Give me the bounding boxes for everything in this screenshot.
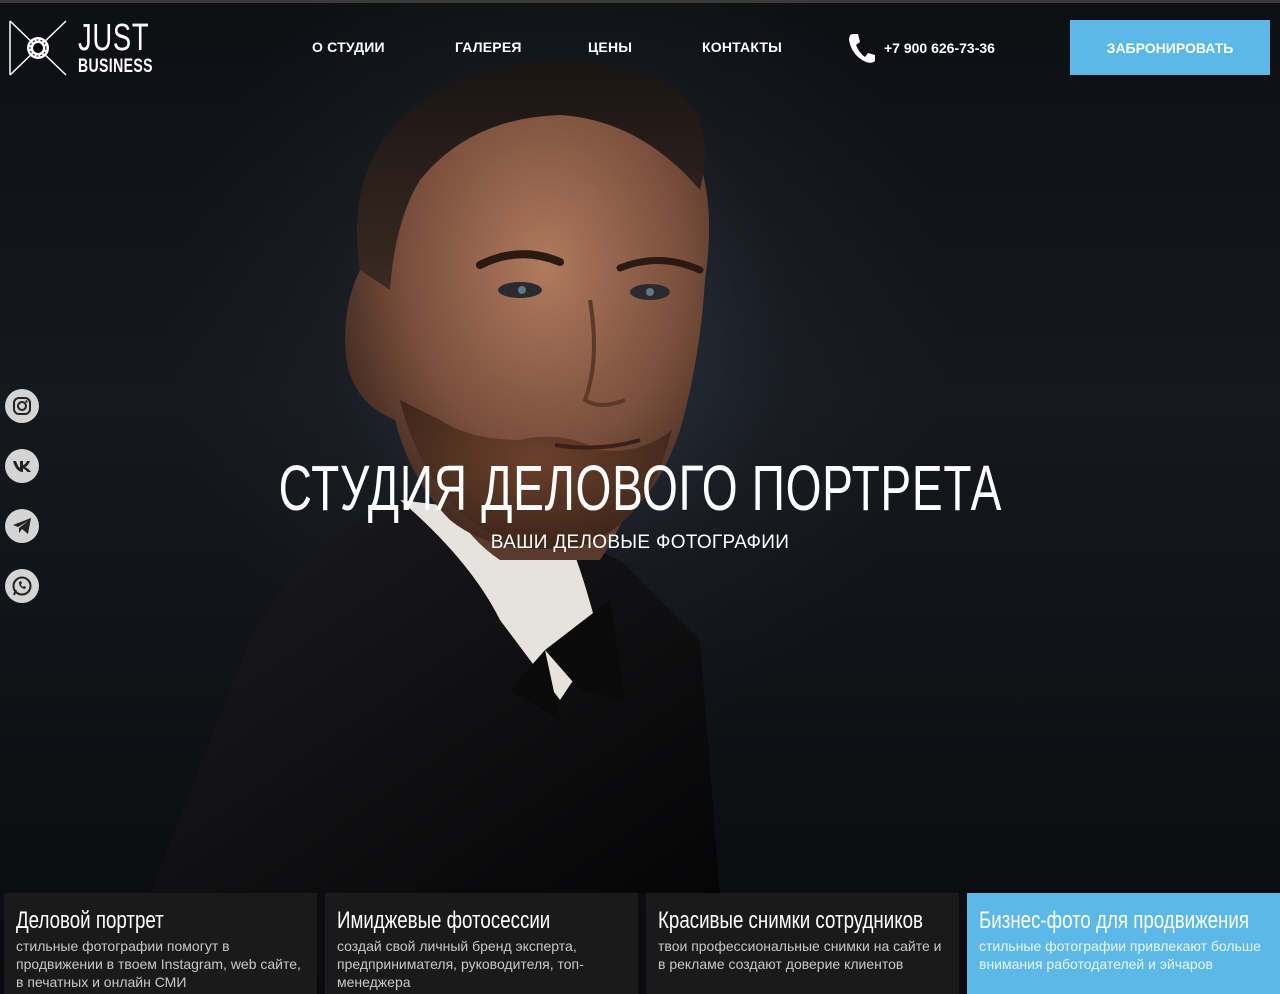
site-header: JUST BUSINESS О СТУДИИ ГАЛЕРЕЯ ЦЕНЫ КОНТ… — [0, 3, 1280, 89]
logo-text-just: JUST — [78, 17, 150, 59]
service-card-employee-photos[interactable]: Красивые снимки сотрудников твои професс… — [646, 893, 959, 994]
logo-aperture-icon — [9, 20, 67, 76]
hero-headline: СТУДИЯ ДЕЛОВОГО ПОРТРЕТА — [0, 452, 1280, 524]
service-card-business-portrait[interactable]: Деловой портрет стильные фотографии помо… — [4, 893, 317, 994]
phone-icon — [849, 34, 875, 63]
nav-about[interactable]: О СТУДИИ — [312, 39, 385, 55]
card-text: твои профессиональные снимки на сайте и … — [658, 938, 942, 972]
service-card-image-photoshoot[interactable]: Имиджевые фотосессии создай свой личный … — [325, 893, 638, 994]
logo[interactable]: JUST BUSINESS — [8, 17, 152, 79]
card-text: стильные фотографии помогут в продвижени… — [16, 938, 301, 990]
logo-text-business: BUSINESS — [78, 56, 153, 77]
card-title: Красивые снимки сотрудников — [658, 907, 923, 934]
nav-gallery[interactable]: ГАЛЕРЕЯ — [455, 39, 522, 55]
nav-prices[interactable]: ЦЕНЫ — [588, 39, 632, 55]
whatsapp-link[interactable] — [5, 569, 39, 603]
card-text: стильные фотографии привлекают больше вн… — [979, 938, 1261, 972]
phone-number: +7 900 626-73-36 — [884, 40, 995, 56]
card-title: Имиджевые фотосессии — [337, 907, 551, 934]
card-text: создай свой личный бренд эксперта, предп… — [337, 938, 584, 990]
hero-subtitle: ВАШИ ДЕЛОВЫЕ ФОТОГРАФИИ — [490, 532, 790, 553]
instagram-link[interactable] — [5, 389, 39, 423]
whatsapp-icon — [12, 576, 32, 596]
service-card-business-promotion[interactable]: Бизнес-фото для продвижения стильные фот… — [967, 893, 1280, 994]
card-title: Деловой портрет — [16, 907, 164, 934]
nav-contacts[interactable]: КОНТАКТЫ — [702, 39, 782, 55]
card-title: Бизнес-фото для продвижения — [979, 907, 1249, 934]
page-title: СТУДИЯ ДЕЛОВОГО ПОРТРЕТА — [278, 452, 1002, 524]
phone-link[interactable]: +7 900 626-73-36 — [848, 31, 995, 65]
instagram-icon — [13, 397, 31, 415]
book-button[interactable]: ЗАБРОНИРОВАТЬ — [1070, 20, 1270, 75]
